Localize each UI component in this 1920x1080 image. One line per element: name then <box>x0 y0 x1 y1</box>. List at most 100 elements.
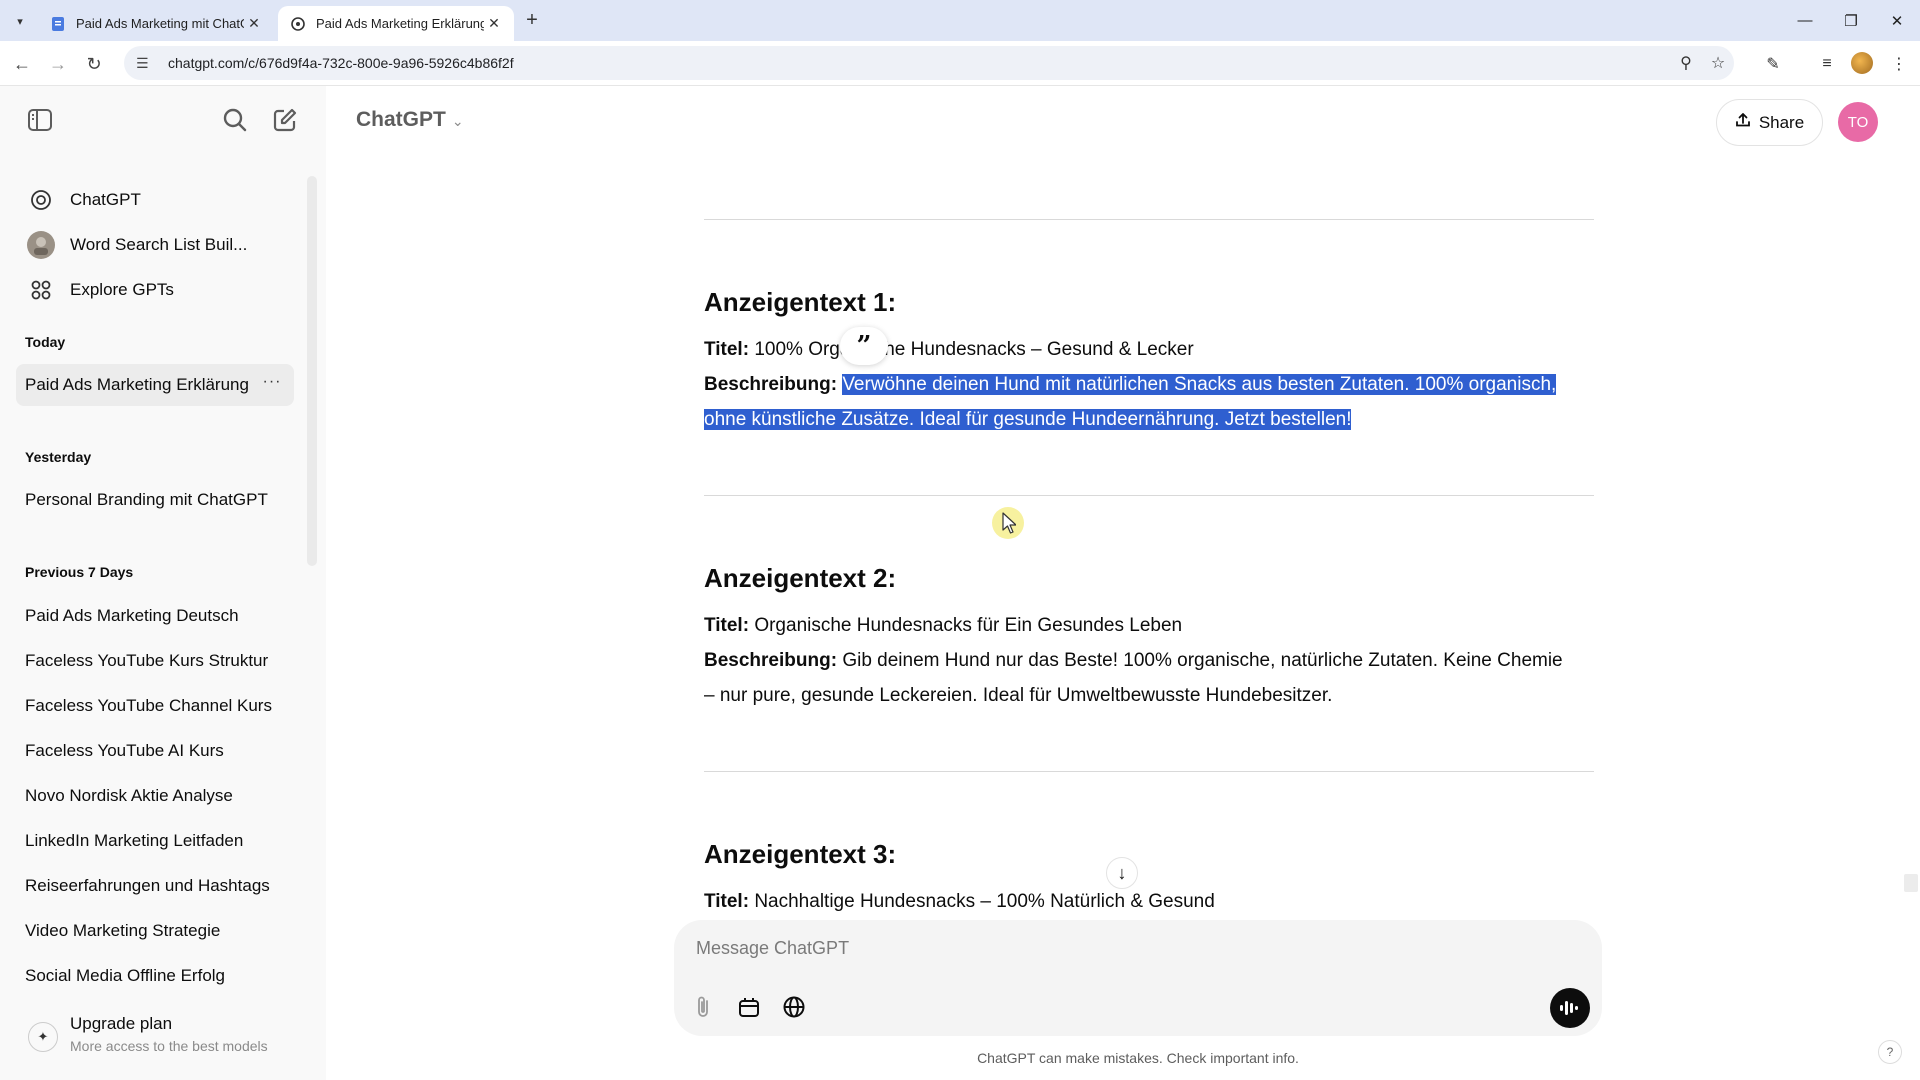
ad-description-line: – nur pure, gesunde Leckereien. Ideal fü… <box>704 685 1333 706</box>
ad-description-text: Gib deinem Hund nur das Beste! 100% orga… <box>842 650 1563 671</box>
ad-title-line: Titel: 100% Organische Hundesnacks – Ges… <box>704 332 1594 367</box>
user-avatar[interactable]: TO <box>1838 102 1878 142</box>
grid-icon <box>26 275 56 305</box>
selected-text: ohne künstliche Zusätze. Ideal für gesun… <box>704 409 1352 430</box>
upgrade-title: Upgrade plan <box>70 1014 173 1033</box>
close-tab-icon[interactable]: ✕ <box>484 15 504 32</box>
quote-reply-button[interactable]: ” <box>840 327 888 365</box>
minimize-icon[interactable]: — <box>1782 0 1828 41</box>
attach-paperclip-icon[interactable] <box>688 991 720 1023</box>
gpt-item-chatgpt[interactable]: ChatGPT <box>16 180 296 220</box>
sidebar: ChatGPT Word Search List Buil... Explore… <box>0 86 326 1080</box>
ad-title-text: Organische Hundesnacks für Ein Gesundes … <box>754 615 1183 636</box>
zoom-icon[interactable]: ⚲ <box>1670 53 1702 73</box>
new-tab-icon[interactable]: + <box>520 8 544 32</box>
conversation-item[interactable]: Faceless YouTube Channel Kurs <box>16 685 294 727</box>
globe-search-icon[interactable] <box>778 991 810 1023</box>
upgrade-icon: ✦ <box>28 1022 58 1052</box>
conversation-item[interactable]: Paid Ads Marketing Erklärung ··· <box>16 364 294 406</box>
share-label: Share <box>1758 112 1805 132</box>
new-chat-icon[interactable] <box>267 102 303 138</box>
voice-mode-button[interactable] <box>1550 988 1590 1028</box>
divider <box>704 771 1594 772</box>
gpt-item-label: Explore GPTs <box>70 280 174 299</box>
browser-menu-icon[interactable]: ⋮ <box>1886 51 1912 77</box>
upgrade-plan-button[interactable]: ✦ Upgrade plan More access to the best m… <box>24 1014 304 1064</box>
ad-title-line: Titel: Nachhaltige Hundesnacks – 100% Na… <box>704 884 1594 919</box>
conversation-title: Paid Ads Marketing Erklärung <box>25 375 249 394</box>
gpt-item-label: Word Search List Buil... <box>70 235 248 254</box>
extensions-icon[interactable]: ✎ <box>1760 51 1786 77</box>
more-options-icon[interactable]: ··· <box>260 373 284 391</box>
conversation-item[interactable]: Personal Branding mit ChatGPT <box>16 479 294 521</box>
tools-icon[interactable] <box>733 991 765 1023</box>
ad-title-label: Titel: <box>704 891 750 912</box>
chevron-down-icon: ⌄ <box>451 113 464 129</box>
tab-title: Paid Ads Marketing mit ChatGPT <box>76 16 244 31</box>
group-label-previous-7-days: Previous 7 Days <box>25 564 134 580</box>
tab-title: Paid Ads Marketing Erklärung <box>316 16 484 31</box>
gpt-item-explore[interactable]: Explore GPTs <box>16 270 296 310</box>
browser-toolbar: ← → ↻ ☰ chatgpt.com/c/676d9f4a-732c-800e… <box>0 41 1920 86</box>
divider <box>704 495 1594 496</box>
message-input[interactable]: Message ChatGPT <box>696 938 849 959</box>
tab-search-chevron-icon[interactable]: ▾ <box>8 9 32 33</box>
restore-icon[interactable]: ❐ <box>1828 0 1874 41</box>
message-composer[interactable]: Message ChatGPT <box>674 920 1602 1036</box>
group-label-today: Today <box>25 334 66 350</box>
back-icon[interactable]: ← <box>8 50 36 78</box>
gpt-avatar-icon <box>26 230 56 260</box>
voice-waveform-icon <box>1560 1001 1578 1015</box>
openai-logo-icon <box>26 185 56 215</box>
bookmark-star-icon[interactable]: ☆ <box>1702 53 1734 73</box>
conversation-item[interactable]: Faceless YouTube AI Kurs <box>16 730 294 772</box>
browser-tab-active[interactable]: Paid Ads Marketing Erklärung ✕ <box>278 6 514 41</box>
ad-title-text: Nachhaltige Hundesnacks – 100% Natürlich… <box>754 891 1215 912</box>
gpt-item-word-search[interactable]: Word Search List Buil... <box>16 225 296 265</box>
browser-tab-bar: ▾ Paid Ads Marketing mit ChatGPT ✕ Paid … <box>0 0 1920 41</box>
ad-description-line: Beschreibung: Verwöhne deinen Hund mit n… <box>704 367 1594 402</box>
selected-text: Verwöhne deinen Hund mit natürlichen Sna… <box>842 374 1557 395</box>
forward-icon[interactable]: → <box>44 50 72 78</box>
sidebar-scrollbar[interactable] <box>307 176 317 566</box>
ad-description-label: Beschreibung: <box>704 374 838 395</box>
conversation-item[interactable]: Video Marketing Strategie <box>16 910 294 952</box>
ad-description-line: Beschreibung: Gib deinem Hund nur das Be… <box>704 643 1594 678</box>
chatgpt-favicon-icon <box>291 16 305 31</box>
ad-description-line: ohne künstliche Zusätze. Ideal für gesun… <box>704 402 1594 437</box>
group-label-yesterday: Yesterday <box>25 449 92 465</box>
help-icon[interactable]: ? <box>1878 1040 1902 1064</box>
divider <box>704 219 1594 220</box>
conversation-item[interactable]: Novo Nordisk Aktie Analyse <box>16 775 294 817</box>
ad-title-line: Titel: Organische Hundesnacks für Ein Ge… <box>704 608 1594 643</box>
browser-tab-inactive[interactable]: Paid Ads Marketing mit ChatGPT ✕ <box>38 6 274 41</box>
sidebar-toggle-icon[interactable] <box>22 102 58 138</box>
url-text[interactable]: chatgpt.com/c/676d9f4a-732c-800e-9a96-59… <box>168 55 1670 71</box>
conversation-item[interactable]: Paid Ads Marketing Deutsch <box>16 595 294 637</box>
conversation-item[interactable]: Faceless YouTube Kurs Struktur <box>16 640 294 682</box>
close-tab-icon[interactable]: ✕ <box>244 15 264 32</box>
conversation-item[interactable]: LinkedIn Marketing Leitfaden <box>16 820 294 862</box>
doc-favicon-icon <box>52 16 64 31</box>
reload-icon[interactable]: ↻ <box>80 50 108 78</box>
share-button[interactable]: Share <box>1716 99 1823 146</box>
ad-description-label: Beschreibung: <box>704 650 838 671</box>
scroll-to-bottom-button[interactable]: ↓ <box>1106 857 1138 889</box>
conversation-item[interactable]: Social Media Offline Erfolg <box>16 955 294 997</box>
close-window-icon[interactable]: ✕ <box>1874 0 1920 41</box>
model-selector[interactable]: ChatGPT ⌄ <box>356 108 464 132</box>
media-control-icon[interactable]: ≡ <box>1814 51 1840 77</box>
conversation-item[interactable]: Reiseerfahrungen und Hashtags <box>16 865 294 907</box>
gpt-item-label: ChatGPT <box>70 190 141 209</box>
upgrade-subtitle: More access to the best models <box>70 1038 268 1054</box>
address-bar[interactable]: ☰ chatgpt.com/c/676d9f4a-732c-800e-9a96-… <box>124 46 1734 80</box>
disclaimer-text: ChatGPT can make mistakes. Check importa… <box>977 1050 1299 1066</box>
site-settings-icon[interactable]: ☰ <box>136 55 156 72</box>
search-icon[interactable] <box>217 102 253 138</box>
browser-profile-avatar[interactable] <box>1851 52 1873 74</box>
ad-title-label: Titel: <box>704 339 750 360</box>
mouse-pointer-icon <box>1002 512 1016 534</box>
ad-heading: Anzeigentext 1: <box>704 287 897 317</box>
page-scrollbar[interactable] <box>1904 874 1918 892</box>
share-icon <box>1735 112 1751 133</box>
